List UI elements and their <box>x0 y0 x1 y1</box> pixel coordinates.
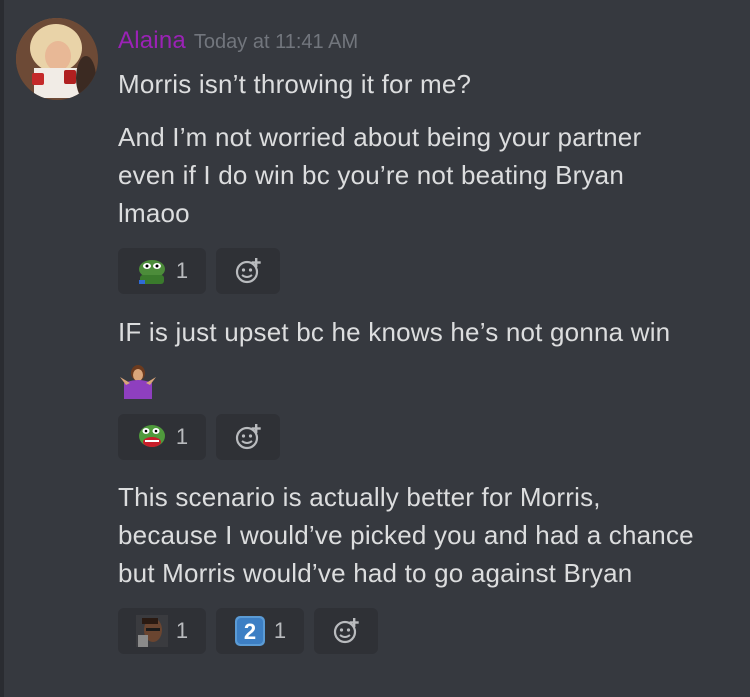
pepe-hug-emoji <box>138 260 165 284</box>
add-reaction-icon <box>333 618 359 644</box>
reaction-count: 1 <box>175 424 189 449</box>
person-shrugging-emoji <box>120 365 156 399</box>
reaction-man-face[interactable]: 1 <box>118 608 206 654</box>
add-reaction-button[interactable] <box>216 248 280 294</box>
username[interactable]: Alaina <box>118 27 186 55</box>
message-header: Alaina Today at 11:41 AM <box>118 27 358 57</box>
add-reaction-icon <box>235 258 261 284</box>
reaction-pepe-scream[interactable]: 1 <box>118 414 206 460</box>
timestamp: Today at 11:41 AM <box>193 31 359 53</box>
reaction-count: 1 <box>273 618 287 643</box>
reaction-pepe-hug[interactable]: 1 <box>118 248 206 294</box>
message-text: Morris isn’t throwing it for me? <box>118 69 472 99</box>
add-reaction-button[interactable] <box>314 608 378 654</box>
pepe-scream-emoji <box>138 425 165 447</box>
message-text: This scenario is actually better for Mor… <box>118 482 694 588</box>
add-reaction-icon <box>235 424 261 450</box>
reaction-bar: 1 <box>118 248 280 294</box>
reaction-keycap-2[interactable]: 2 1 <box>216 608 304 654</box>
avatar[interactable] <box>16 18 98 100</box>
message-text: IF is just upset bc he knows he’s not go… <box>118 317 671 347</box>
chat-window: Alaina Today at 11:41 AM Morris isn’t th… <box>0 0 750 697</box>
reaction-count: 1 <box>175 618 189 643</box>
reaction-bar: 1 <box>118 414 280 460</box>
add-reaction-button[interactable] <box>216 414 280 460</box>
svg-text:2: 2 <box>244 619 256 644</box>
message-text: And I’m not worried about being your par… <box>118 122 642 228</box>
reaction-count: 1 <box>175 258 189 283</box>
keycap-2-emoji: 2 <box>234 616 265 646</box>
man-face-emoji <box>135 615 168 647</box>
reaction-bar: 1 2 1 <box>118 608 378 654</box>
window-edge <box>0 0 4 697</box>
